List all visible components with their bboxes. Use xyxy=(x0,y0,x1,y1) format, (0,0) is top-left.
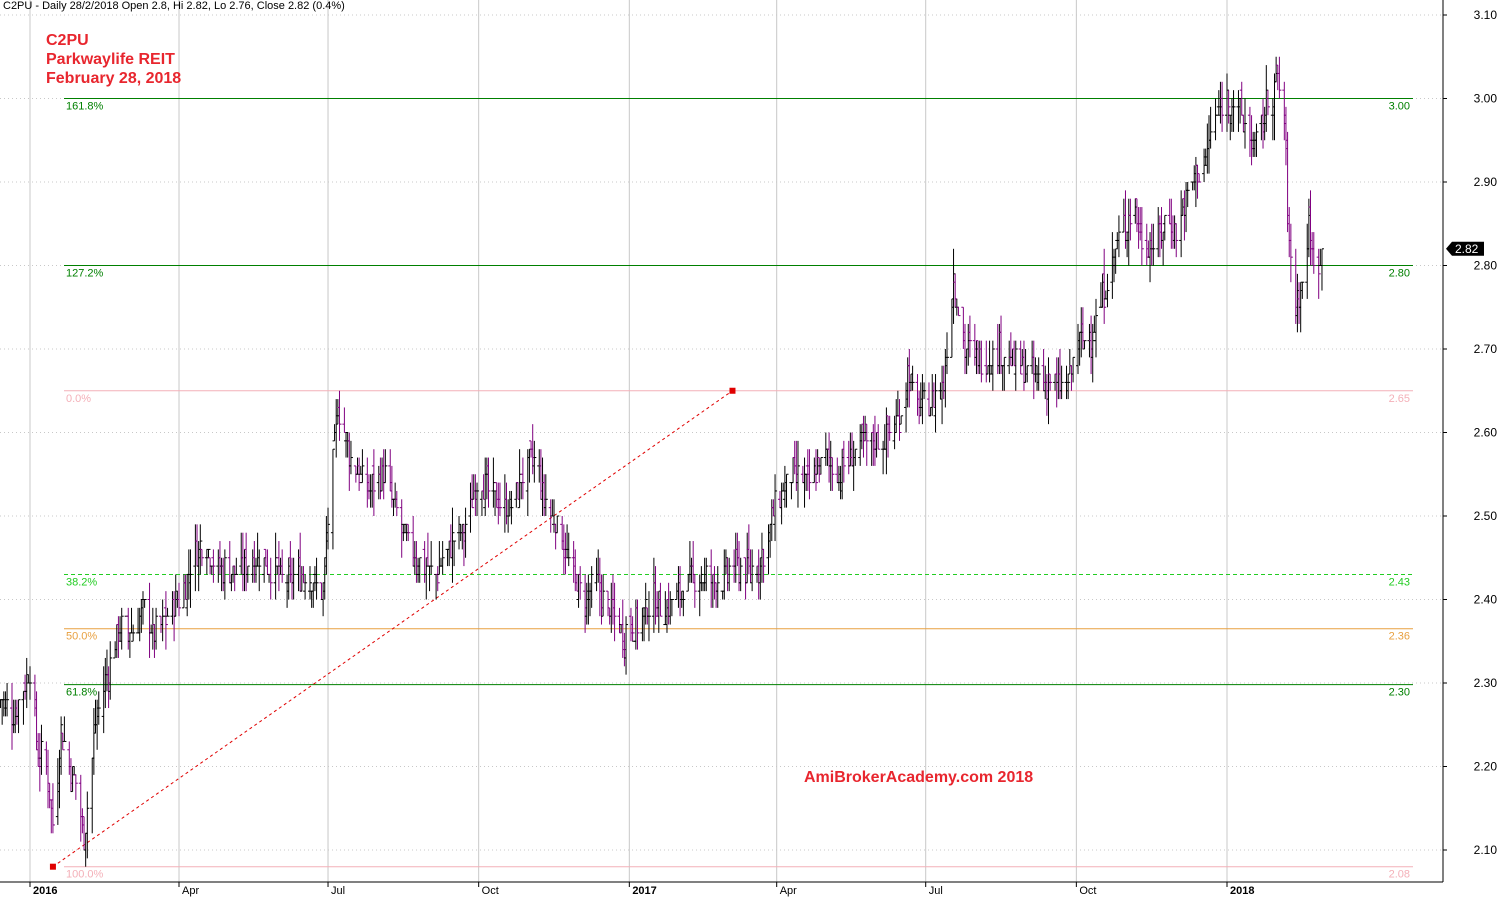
price-chart-svg: 161.8% 3.00 127.2% 2.80 0.0% 2.65 38.2% 2.43 50.… xyxy=(0,0,1503,899)
y-tick-label: 2.10 xyxy=(1474,843,1498,857)
y-tick-label: 3.10 xyxy=(1474,8,1498,22)
chart-header: C2PU - Daily 28/2/2018 Open 2.8, Hi 2.82… xyxy=(3,0,345,12)
x-tick-label: Apr xyxy=(780,885,797,897)
chart-title-symbol: C2PU xyxy=(46,32,89,49)
fib-level-label: 100.0% xyxy=(66,869,104,881)
chart-title-block: C2PU Parkwaylife REIT February 28, 2018 xyxy=(46,31,181,88)
fib-level-value: 3.00 xyxy=(1389,101,1410,113)
y-tick-label: 2.20 xyxy=(1474,760,1498,774)
fib-level-value: 2.08 xyxy=(1389,869,1410,881)
y-tick-label: 2.50 xyxy=(1474,509,1498,523)
fib-level-value: 2.43 xyxy=(1389,576,1410,588)
y-tick-label: 3.00 xyxy=(1474,92,1498,106)
x-tick-label: Jul xyxy=(331,885,345,897)
chart-background xyxy=(0,0,1503,899)
x-tick-label: 2016 xyxy=(33,885,57,897)
fib-level-value: 2.65 xyxy=(1389,393,1410,405)
y-tick-label: 2.30 xyxy=(1474,676,1498,690)
watermark-text: AmiBrokerAcademy.com 2018 xyxy=(804,769,1034,786)
fib-level-label: 161.8% xyxy=(66,101,104,113)
fib-level-value: 2.80 xyxy=(1389,268,1410,280)
x-tick-label: Apr xyxy=(182,885,199,897)
fib-level-label: 50.0% xyxy=(66,631,97,643)
x-tick-label: 2018 xyxy=(1230,885,1254,897)
y-tick-label: 2.80 xyxy=(1474,259,1498,273)
last-price-label: 2.82 xyxy=(1455,242,1479,256)
chart-title-name: Parkwaylife REIT xyxy=(46,51,175,68)
x-tick-label: 2017 xyxy=(632,885,656,897)
x-tick-label: Oct xyxy=(1079,885,1096,897)
chart-title-date: February 28, 2018 xyxy=(46,70,182,87)
fib-level-label: 61.8% xyxy=(66,687,97,699)
y-tick-label: 2.90 xyxy=(1474,175,1498,189)
y-tick-label: 2.40 xyxy=(1474,593,1498,607)
y-tick-label: 2.70 xyxy=(1474,342,1498,356)
x-tick-label: Jul xyxy=(929,885,943,897)
fib-level-value: 2.30 xyxy=(1389,687,1410,699)
trendline-anchor-start xyxy=(49,863,56,870)
fib-level-label: 127.2% xyxy=(66,268,104,280)
fib-level-label: 38.2% xyxy=(66,576,97,588)
chart: 161.8% 3.00 127.2% 2.80 0.0% 2.65 38.2% 2.43 50.… xyxy=(0,0,1503,899)
fib-level-value: 2.36 xyxy=(1389,631,1410,643)
y-tick-label: 2.60 xyxy=(1474,426,1498,440)
fib-level-label: 0.0% xyxy=(66,393,91,405)
x-tick-label: Oct xyxy=(482,885,499,897)
trendline-anchor-end xyxy=(729,387,736,394)
